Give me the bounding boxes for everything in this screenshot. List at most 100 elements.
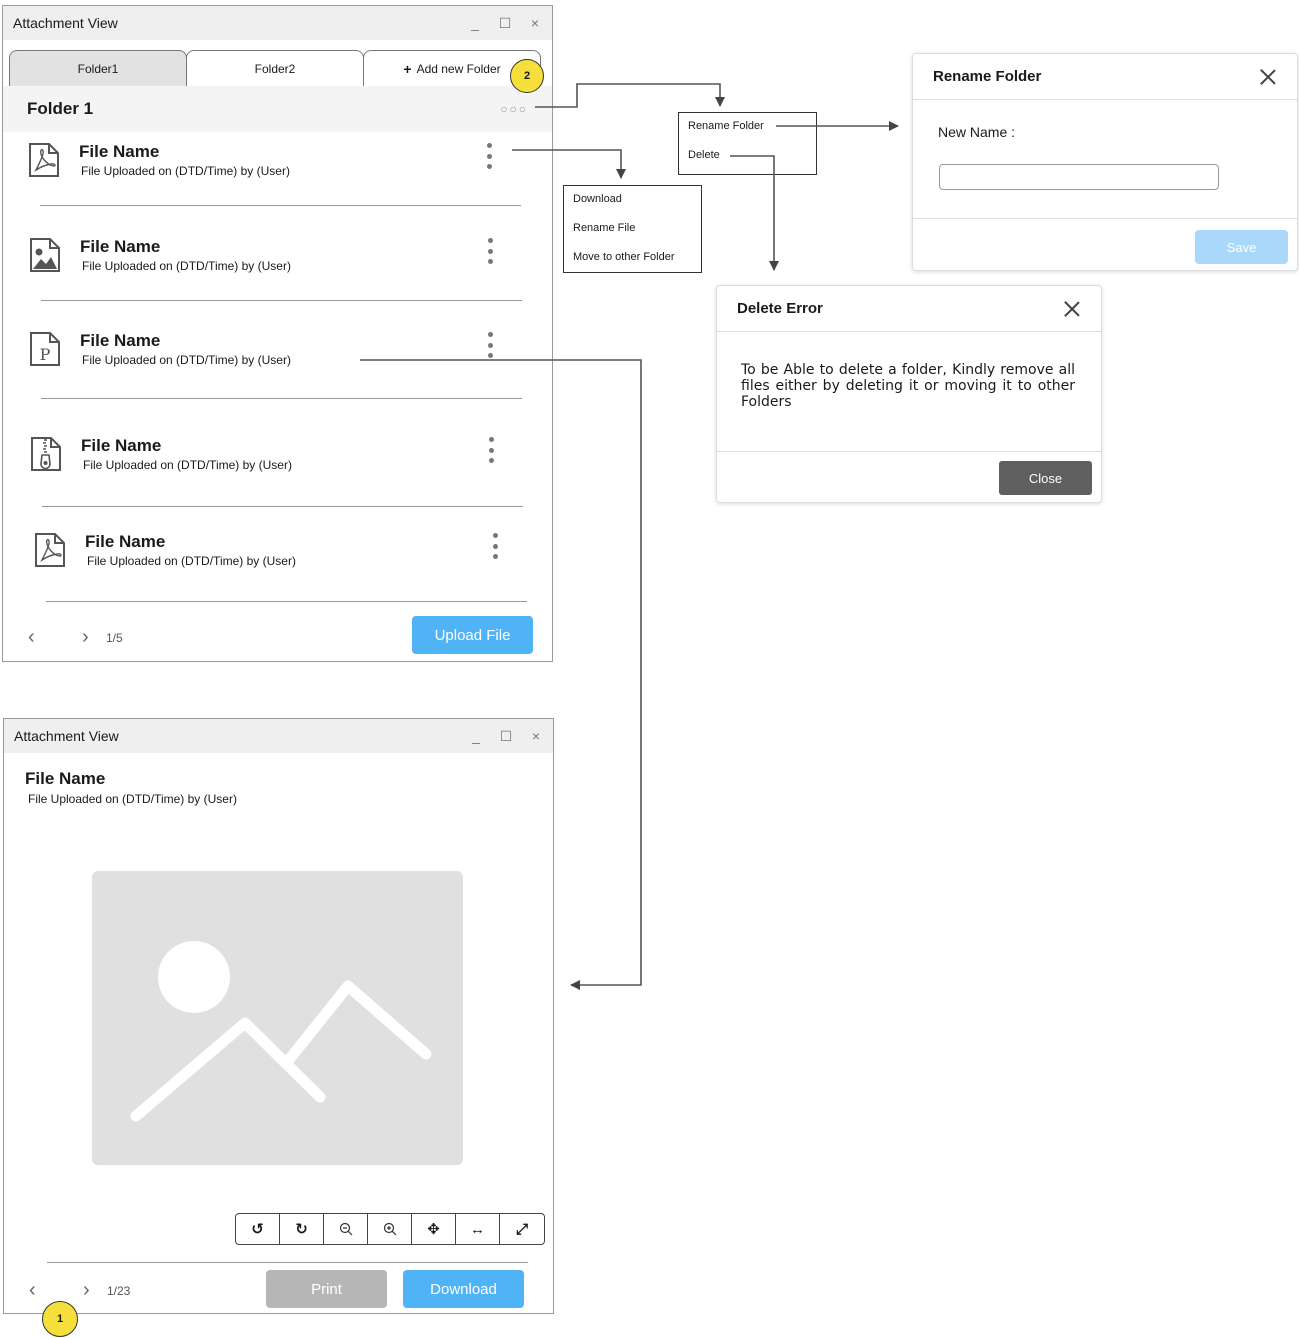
pagination: ‹ › 1/5 — [28, 626, 123, 649]
chevron-right-icon[interactable]: › — [83, 1279, 103, 1302]
delete-error-dialog: Delete Error To be Able to delete a fold… — [716, 285, 1102, 503]
rotate-left-icon[interactable]: ↺ — [236, 1214, 280, 1244]
maximize-icon[interactable]: ☐ — [498, 15, 512, 32]
file-row[interactable]: File Name File Uploaded on (DTD/Time) by… — [33, 532, 513, 628]
window-titlebar: Attachment View _ ☐ × — [3, 6, 552, 40]
close-icon[interactable] — [1063, 300, 1081, 318]
file-name: File Name — [85, 532, 166, 551]
window-title: Attachment View — [13, 15, 118, 31]
dialog-divider — [717, 451, 1101, 452]
dialog-title: Delete Error — [737, 300, 823, 317]
error-message: To be Able to delete a folder, Kindly re… — [741, 362, 1075, 410]
tab-label: Folder1 — [77, 61, 119, 76]
tab-label: Add new Folder — [416, 61, 501, 76]
rename-folder-dialog: Rename Folder New Name : Save — [912, 53, 1298, 271]
close-icon[interactable] — [1259, 68, 1277, 86]
menu-item-delete-folder[interactable]: Delete — [688, 149, 720, 161]
attachment-window-viewer: Attachment View _ ☐ × File Name File Upl… — [3, 718, 554, 1314]
file-meta: File Uploaded on (DTD/Time) by (User) — [87, 554, 296, 568]
dialog-title: Rename Folder — [933, 68, 1042, 85]
folder-title: Folder 1 — [27, 99, 94, 118]
more-vertical-icon[interactable] — [484, 237, 496, 265]
page-indicator: 1/23 — [107, 1283, 131, 1298]
attachment-window-list: Attachment View _ ☐ × Folder1 Folder2 + … — [2, 5, 553, 662]
image-toolbar: ↺ ↻ ✥ ↔ ⤢ — [235, 1213, 545, 1245]
file-name: File Name — [81, 436, 162, 455]
file-name: File Name — [25, 769, 106, 788]
more-vertical-icon[interactable] — [483, 142, 495, 170]
tab-folder1[interactable]: Folder1 — [9, 50, 187, 86]
move-icon[interactable]: ✥ — [412, 1214, 456, 1244]
pdf-file-icon — [35, 533, 65, 567]
chevron-right-icon[interactable]: › — [82, 626, 102, 649]
window-titlebar: Attachment View _ ☐ × — [4, 719, 553, 753]
divider — [40, 205, 521, 206]
chevron-left-icon[interactable]: ‹ — [28, 626, 48, 649]
close-icon[interactable]: × — [528, 15, 542, 31]
file-row[interactable]: File Name File Uploaded on (DTD/Time) by… — [27, 142, 507, 238]
rotate-right-icon[interactable]: ↻ — [280, 1214, 324, 1244]
folder-more-icon[interactable]: ○○○ — [500, 102, 528, 116]
folder-header: Folder 1 ○○○ — [3, 86, 552, 132]
close-button[interactable]: Close — [999, 461, 1092, 495]
minimize-icon[interactable]: _ — [468, 15, 482, 31]
file-name: File Name — [80, 237, 161, 256]
close-icon[interactable]: × — [529, 728, 543, 744]
ppt-file-icon: P — [30, 332, 60, 366]
maximize-icon[interactable]: ☐ — [499, 728, 513, 745]
file-row[interactable]: File Name File Uploaded on (DTD/Time) by… — [28, 237, 508, 333]
page-indicator: 1/5 — [106, 630, 123, 645]
window-title: Attachment View — [14, 728, 119, 744]
divider — [42, 506, 523, 507]
file-context-menu: Download Rename File Move to other Folde… — [563, 185, 702, 273]
upload-file-button[interactable]: Upload File — [412, 616, 533, 654]
more-vertical-icon[interactable] — [485, 436, 497, 464]
file-name: File Name — [79, 142, 160, 161]
file-name: File Name — [80, 331, 161, 350]
dialog-header: Rename Folder — [913, 54, 1297, 100]
fit-width-icon[interactable]: ↔ — [456, 1214, 500, 1244]
svg-text:P: P — [40, 345, 51, 364]
menu-item-move-file[interactable]: Move to other Folder — [573, 251, 675, 263]
image-file-icon — [30, 238, 60, 272]
image-placeholder-icon — [92, 871, 463, 1165]
new-name-label: New Name : — [938, 124, 1016, 140]
menu-item-download[interactable]: Download — [573, 193, 622, 205]
new-name-input[interactable] — [939, 164, 1219, 190]
file-meta: File Uploaded on (DTD/Time) by (User) — [81, 164, 290, 178]
annotation-badge: 2 — [510, 59, 544, 93]
divider — [41, 300, 522, 301]
more-vertical-icon[interactable] — [484, 331, 496, 359]
folder-tabs: Folder1 Folder2 + Add new Folder — [9, 50, 543, 86]
tab-label: Folder2 — [254, 61, 296, 76]
fullscreen-icon[interactable]: ⤢ — [500, 1214, 544, 1244]
dialog-divider — [913, 218, 1297, 219]
menu-item-rename-file[interactable]: Rename File — [573, 222, 635, 234]
file-meta: File Uploaded on (DTD/Time) by (User) — [83, 458, 292, 472]
minimize-icon[interactable]: _ — [469, 728, 483, 744]
zip-file-icon — [31, 437, 61, 471]
download-button[interactable]: Download — [403, 1270, 524, 1308]
pdf-file-icon — [29, 143, 59, 177]
annotation-badge: 1 — [42, 1301, 78, 1337]
dialog-header: Delete Error — [717, 286, 1101, 332]
save-button[interactable]: Save — [1195, 230, 1288, 264]
file-row[interactable]: File Name File Uploaded on (DTD/Time) by… — [29, 436, 509, 532]
divider — [41, 398, 522, 399]
print-button[interactable]: Print — [266, 1270, 387, 1308]
tab-folder2[interactable]: Folder2 — [186, 50, 364, 86]
chevron-left-icon[interactable]: ‹ — [29, 1279, 49, 1302]
divider — [46, 601, 527, 602]
plus-icon: + — [403, 60, 412, 77]
file-meta: File Uploaded on (DTD/Time) by (User) — [82, 353, 291, 367]
folder-context-menu: Rename Folder Delete — [678, 112, 817, 175]
file-row[interactable]: P File Name File Uploaded on (DTD/Time) … — [28, 331, 508, 427]
menu-item-rename-folder[interactable]: Rename Folder — [688, 120, 764, 132]
zoom-in-icon[interactable] — [368, 1214, 412, 1244]
file-meta: File Uploaded on (DTD/Time) by (User) — [28, 792, 237, 806]
file-meta: File Uploaded on (DTD/Time) by (User) — [82, 259, 291, 273]
zoom-out-icon[interactable] — [324, 1214, 368, 1244]
divider — [47, 1262, 528, 1263]
more-vertical-icon[interactable] — [489, 532, 501, 560]
pagination: ‹ › 1/23 — [29, 1279, 130, 1302]
